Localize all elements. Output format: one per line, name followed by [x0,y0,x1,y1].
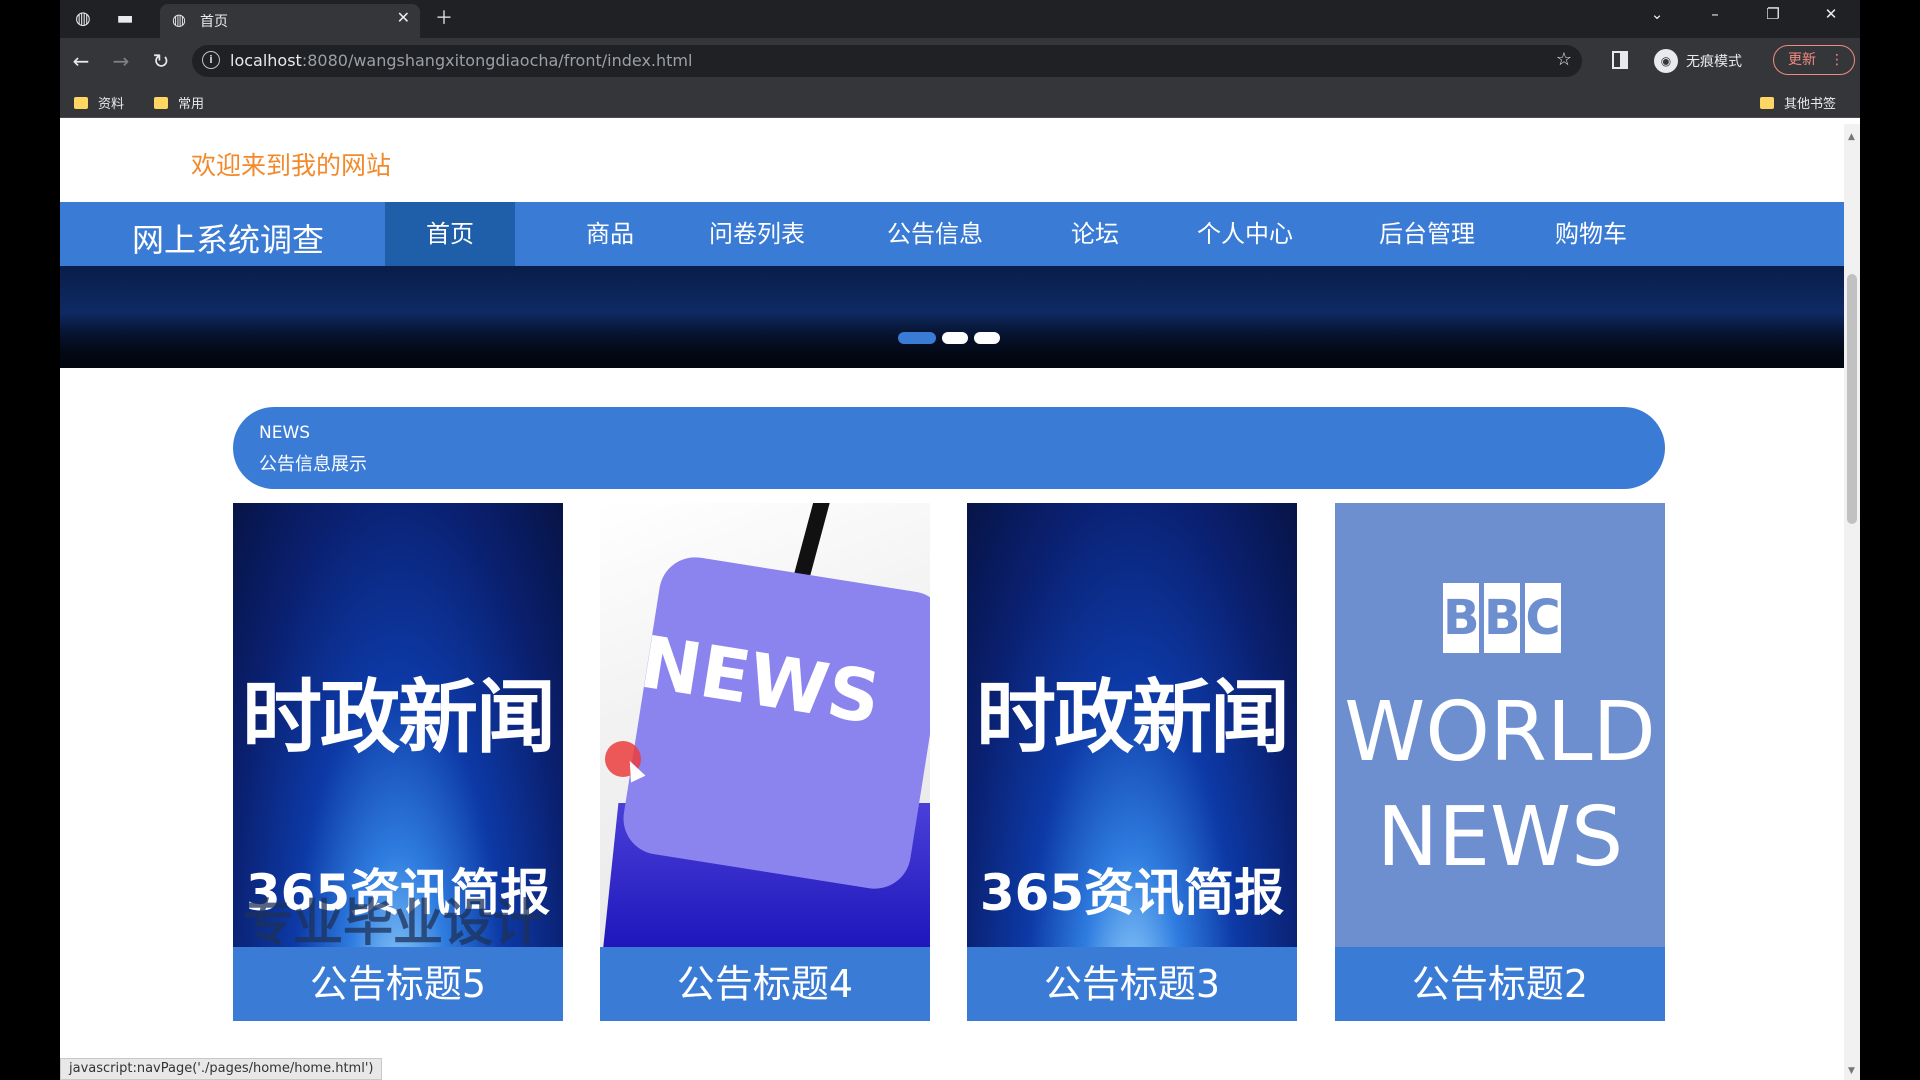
carousel-dot[interactable] [942,332,968,344]
close-window-icon[interactable]: ✕ [1802,0,1860,30]
folder-icon [1760,96,1774,109]
image-subtitle: 365资讯简报 [979,864,1285,922]
forward-icon[interactable]: → [108,48,134,74]
update-label: 更新 [1788,52,1816,68]
news-section-header: NEWS 公告信息展示 [233,407,1665,489]
bookmark-label: 常用 [178,97,205,112]
nav-products[interactable]: 商品 [555,202,665,266]
bbc-world-news-image: B B C WORLD NEWS [1335,503,1665,947]
bookmark-star-icon[interactable]: ☆ [1556,49,1572,70]
reload-icon[interactable]: ↻ [148,48,174,74]
nav-admin[interactable]: 后台管理 [1347,202,1507,266]
news-card[interactable]: 时政新闻 365资讯简报 公告标题3 [967,503,1297,1021]
bookmark-label: 资料 [98,97,125,112]
restore-icon[interactable]: ❐ [1744,0,1802,30]
update-button[interactable]: 更新 ⋮ [1773,45,1855,75]
incognito-icon: ◉ [1654,49,1678,73]
bookmark-folder-ziliao[interactable]: 资料 [74,93,124,112]
news-card[interactable]: B B C WORLD NEWS 公告标题2 [1335,503,1665,1021]
image-title: 时政新闻 [976,671,1290,764]
nav-home[interactable]: 首页 [385,202,515,266]
bbc-letter: B [1443,583,1480,653]
bbc-logo: B B C [1443,583,1561,653]
site-info-icon[interactable]: i [202,51,220,69]
bbc-letter: B [1484,583,1521,653]
scroll-down-icon[interactable]: ▼ [1848,1066,1855,1076]
watermark-text: 专业毕业设计 [243,894,543,947]
bookmark-folder-other[interactable]: 其他书签 [1760,93,1836,112]
news-card[interactable]: 时政新闻 365资讯简报 专业毕业设计 公告标题5 [233,503,563,1021]
browser-window: ◍ ▬ ◍ 首页 ✕ ＋ ⌄ – ❐ ✕ ← → ↻ i localhost:8… [60,0,1860,1080]
address-bar[interactable]: i localhost:8080/wangshangxitongdiaocha/… [192,45,1582,77]
web-page: 欢迎来到我的网站 网上系统调查 首页 商品 问卷列表 公告信息 论坛 个人中心 … [60,124,1844,1080]
nav-profile[interactable]: 个人中心 [1165,202,1325,266]
back-icon[interactable]: ← [68,48,94,74]
news-heading-cn: 公告信息展示 [259,454,367,475]
profile-globe-icon[interactable]: ◍ [70,6,96,32]
news-card-title: 公告标题2 [1335,947,1665,1021]
chevron-down-icon[interactable]: ⌄ [1628,0,1686,30]
tab-strip: ◍ ▬ ◍ 首页 ✕ ＋ ⌄ – ❐ ✕ [60,0,1860,38]
banner-carousel[interactable] [60,266,1844,368]
bookmark-folder-changyong[interactable]: 常用 [154,93,204,112]
nav-forum[interactable]: 论坛 [1050,202,1140,266]
news-key-image: NEWS [600,503,930,947]
news-heading-en: NEWS [259,423,311,443]
site-name: 网上系统调查 [132,221,325,259]
incognito-indicator[interactable]: ◉ 无痕模式 [1654,46,1742,76]
close-icon[interactable]: ✕ [397,8,410,27]
status-bar-url: javascript:navPage('./pages/home/home.ht… [60,1058,383,1080]
politics-news-image: 时政新闻 365资讯简报 [967,503,1297,947]
news-card-title: 公告标题5 [233,947,563,1021]
tab-title: 首页 [200,14,228,30]
news-card-title: 公告标题3 [967,947,1297,1021]
news-card[interactable]: NEWS 公告标题4 [600,503,930,1021]
globe-icon: ◍ [172,10,186,29]
nav-cart[interactable]: 购物车 [1526,202,1656,266]
carousel-dot[interactable] [974,332,1000,344]
tab-home[interactable]: ◍ 首页 ✕ [160,4,420,38]
image-title: 时政新闻 [242,671,556,764]
nav-surveys[interactable]: 问卷列表 [677,202,837,266]
image-world-text: WORLD [1344,685,1656,780]
nav-announcements[interactable]: 公告信息 [855,202,1015,266]
page-scrollbar[interactable]: ▲ ▼ [1844,124,1860,1080]
tab-search-icon[interactable]: ▬ [112,6,138,32]
welcome-text: 欢迎来到我的网站 [191,151,392,180]
more-menu-icon[interactable]: ⋮ [1830,46,1844,74]
browser-toolbar: ← → ↻ i localhost:8080/wangshangxitongdi… [60,38,1860,84]
carousel-indicators [898,332,1000,344]
folder-icon [154,96,168,109]
main-nav: 网上系统调查 首页 商品 问卷列表 公告信息 论坛 个人中心 后台管理 购物车 [60,202,1844,266]
incognito-label: 无痕模式 [1686,54,1742,70]
minimize-icon[interactable]: – [1686,0,1744,30]
window-controls: ⌄ – ❐ ✕ [1628,0,1860,30]
new-tab-icon[interactable]: ＋ [431,6,457,32]
image-news-text: NEWS [1376,790,1624,885]
bookmarks-bar: 资料 常用 其他书签 [60,84,1860,118]
scroll-up-icon[interactable]: ▲ [1848,132,1855,142]
carousel-dot-active[interactable] [898,332,936,344]
bbc-letter: C [1525,583,1561,653]
folder-icon [74,96,88,109]
scrollbar-thumb[interactable] [1847,274,1857,524]
bookmark-label: 其他书签 [1784,97,1837,112]
politics-news-image: 时政新闻 365资讯简报 专业毕业设计 [233,503,563,947]
news-card-title: 公告标题4 [600,947,930,1021]
url-text: localhost:8080/wangshangxitongdiaocha/fr… [230,51,693,70]
side-panel-icon[interactable] [1612,51,1628,69]
